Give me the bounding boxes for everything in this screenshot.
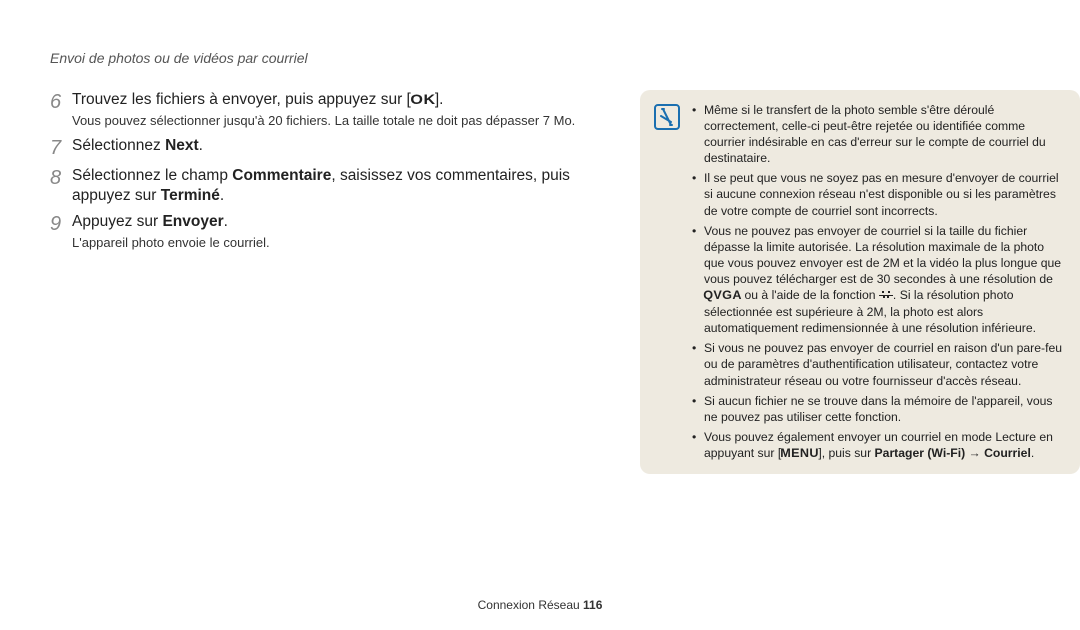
- qvga-icon: QVGA: [702, 289, 743, 304]
- step-bold: Envoyer: [162, 213, 223, 230]
- note-bullet: Il se peut que vous ne soyez pas en mesu…: [692, 170, 1066, 218]
- step-number: 7: [50, 136, 72, 160]
- note-icon: [654, 104, 680, 130]
- step-text: .: [199, 137, 203, 154]
- page-number: 116: [583, 598, 602, 612]
- content-columns: 6 Trouvez les fichiers à envoyer, puis a…: [50, 90, 1030, 474]
- note-text: ], puis sur: [818, 446, 874, 460]
- step-subtext: L'appareil photo envoie le courriel.: [72, 232, 270, 252]
- step-number: 6: [50, 90, 72, 114]
- step-body: Sélectionnez Next.: [72, 136, 203, 156]
- step-subtext: Vous pouvez sélectionner jusqu'à 20 fich…: [72, 110, 575, 130]
- step-number: 9: [50, 212, 72, 236]
- right-column: Même si le transfert de la photo semble …: [640, 90, 1080, 474]
- note-bullet: Vous ne pouvez pas envoyer de courriel s…: [692, 223, 1066, 337]
- step-bold: Next: [165, 137, 199, 154]
- note-box: Même si le transfert de la photo semble …: [640, 90, 1080, 474]
- step-8: 8 Sélectionnez le champ Commentaire, sai…: [50, 166, 610, 206]
- left-column: 6 Trouvez les fichiers à envoyer, puis a…: [50, 90, 610, 258]
- ok-icon: OK: [409, 90, 437, 108]
- step-text: Appuyez sur: [72, 213, 162, 230]
- step-body: Trouvez les fichiers à envoyer, puis app…: [72, 90, 575, 130]
- note-bullet: Même si le transfert de la photo semble …: [692, 102, 1066, 166]
- menu-icon: MENU: [779, 447, 820, 462]
- page-header: Envoi de photos ou de vidéos par courrie…: [50, 50, 1030, 66]
- note-text: .: [1031, 446, 1034, 460]
- page-footer: Connexion Réseau 116: [0, 598, 1080, 612]
- mode-icon: [879, 289, 893, 299]
- note-text: Vous ne pouvez pas envoyer de courriel s…: [704, 224, 1061, 286]
- step-number: 8: [50, 166, 72, 190]
- note-bullet: Vous pouvez également envoyer un courrie…: [692, 429, 1066, 462]
- step-body: Sélectionnez le champ Commentaire, saisi…: [72, 166, 610, 206]
- step-text: Sélectionnez le champ: [72, 167, 232, 184]
- note-list: Même si le transfert de la photo semble …: [692, 102, 1066, 462]
- footer-section: Connexion Réseau: [478, 598, 583, 612]
- step-text: Trouvez les fichiers à envoyer, puis app…: [72, 91, 411, 108]
- step-7: 7 Sélectionnez Next.: [50, 136, 610, 160]
- step-text: .: [220, 187, 224, 204]
- step-9: 9 Appuyez sur Envoyer. L'appareil photo …: [50, 212, 610, 252]
- step-text: Sélectionnez: [72, 137, 165, 154]
- step-bold: Commentaire: [232, 167, 331, 184]
- note-bullet: Si aucun fichier ne se trouve dans la mé…: [692, 393, 1066, 425]
- step-bold: Terminé: [161, 187, 220, 204]
- note-text: ou à l'aide de la fonction: [741, 288, 879, 302]
- step-body: Appuyez sur Envoyer. L'appareil photo en…: [72, 212, 270, 252]
- step-6: 6 Trouvez les fichiers à envoyer, puis a…: [50, 90, 610, 130]
- step-text: .: [224, 213, 228, 230]
- note-bullet: Si vous ne pouvez pas envoyer de courrie…: [692, 340, 1066, 388]
- manual-page: Envoi de photos ou de vidéos par courrie…: [0, 0, 1080, 630]
- note-bold: Partager (Wi-Fi) → Courriel: [875, 446, 1031, 460]
